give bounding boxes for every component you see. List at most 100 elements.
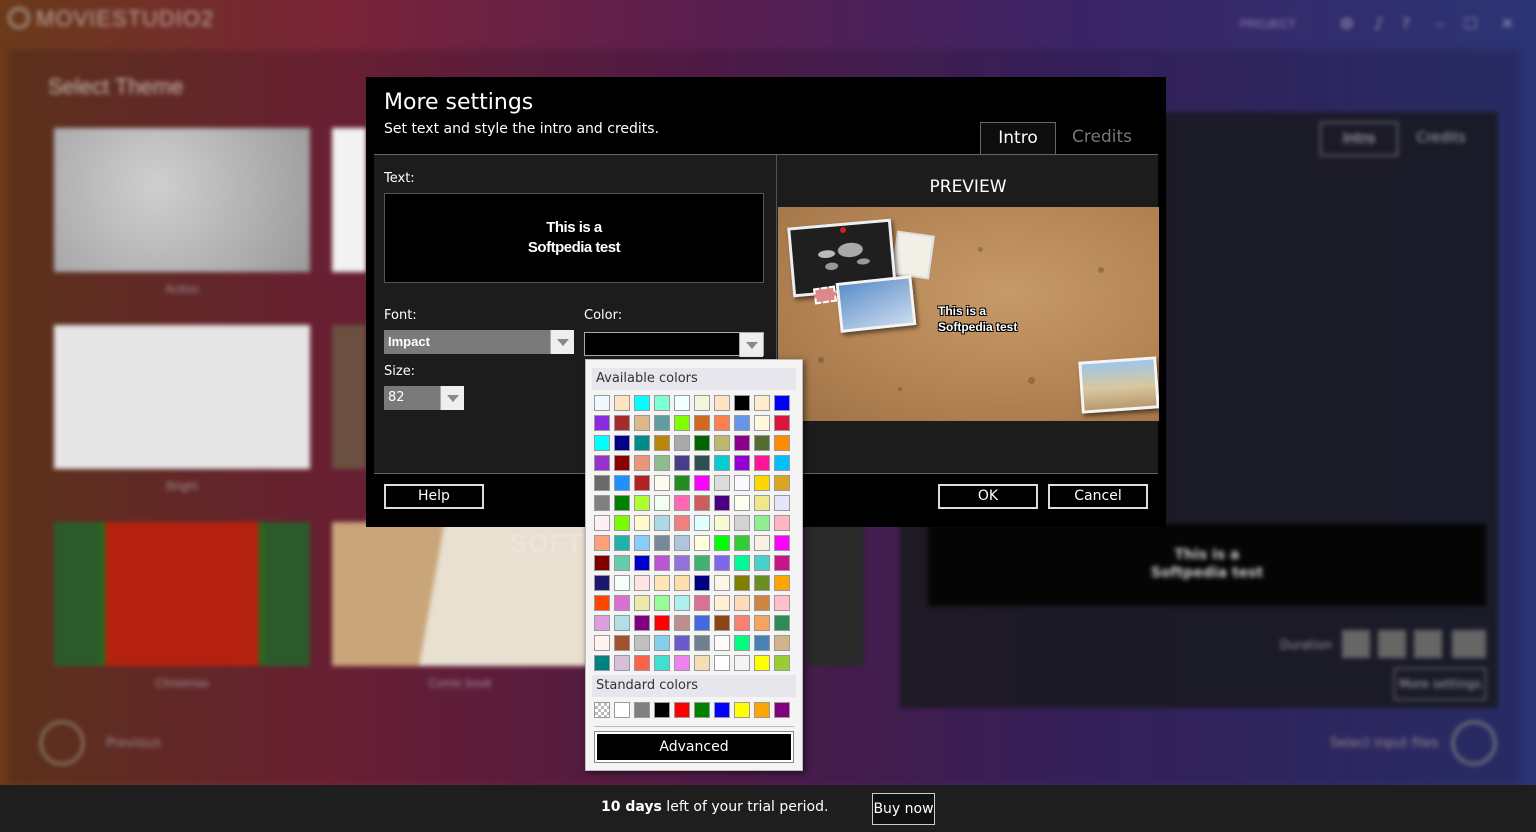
color-swatch[interactable] (774, 395, 790, 411)
help-icon[interactable]: ? (1402, 14, 1411, 33)
color-swatch[interactable] (654, 435, 670, 451)
color-swatch[interactable] (734, 702, 750, 718)
color-swatch[interactable] (674, 595, 690, 611)
color-swatch[interactable] (654, 415, 670, 431)
color-swatch[interactable] (594, 395, 610, 411)
color-swatch[interactable] (594, 615, 610, 631)
color-swatch[interactable] (634, 435, 650, 451)
color-swatch[interactable] (754, 575, 770, 591)
color-swatch[interactable] (614, 435, 630, 451)
select-input-files-label[interactable]: Select input files (1330, 736, 1438, 751)
color-swatch[interactable] (754, 435, 770, 451)
color-swatch[interactable] (654, 615, 670, 631)
color-swatch[interactable] (634, 475, 650, 491)
color-swatch[interactable] (714, 415, 730, 431)
theme-thumb-bright[interactable] (54, 325, 310, 469)
color-swatch[interactable] (594, 475, 610, 491)
color-swatch[interactable] (694, 515, 710, 531)
duration-field[interactable] (1452, 630, 1486, 658)
color-swatch[interactable] (654, 475, 670, 491)
color-swatch[interactable] (594, 555, 610, 571)
color-swatch[interactable] (734, 415, 750, 431)
color-swatch[interactable] (674, 535, 690, 551)
color-swatch[interactable] (634, 655, 650, 671)
color-swatch[interactable] (634, 415, 650, 431)
color-swatch[interactable] (594, 702, 610, 718)
color-swatch[interactable] (594, 415, 610, 431)
color-swatch[interactable] (714, 615, 730, 631)
ok-button[interactable]: OK (938, 484, 1038, 509)
color-swatch[interactable] (774, 435, 790, 451)
bg-tab-intro[interactable]: Intro (1320, 122, 1398, 156)
color-swatch[interactable] (714, 475, 730, 491)
color-swatch[interactable] (634, 455, 650, 471)
color-swatch[interactable] (774, 515, 790, 531)
color-swatch[interactable] (754, 495, 770, 511)
project-menu[interactable]: PROJECT (1240, 17, 1296, 31)
color-swatch[interactable] (614, 615, 630, 631)
color-swatch[interactable] (734, 535, 750, 551)
theme-thumb-partial-1[interactable] (332, 128, 366, 272)
duration-field[interactable] (1342, 630, 1370, 658)
color-swatch[interactable] (734, 595, 750, 611)
color-swatch[interactable] (774, 575, 790, 591)
color-swatch[interactable] (734, 615, 750, 631)
color-swatch[interactable] (774, 655, 790, 671)
color-swatch[interactable] (654, 555, 670, 571)
advanced-button[interactable]: Advanced (594, 731, 794, 763)
color-swatch[interactable] (774, 595, 790, 611)
chevron-down-icon[interactable] (739, 333, 763, 357)
font-dropdown[interactable]: Impact (384, 330, 574, 354)
color-swatch[interactable] (674, 495, 690, 511)
color-swatch[interactable] (614, 595, 630, 611)
previous-label[interactable]: Previous (106, 736, 161, 751)
color-swatch[interactable] (694, 535, 710, 551)
color-swatch[interactable] (734, 455, 750, 471)
color-swatch[interactable] (614, 655, 630, 671)
color-swatch[interactable] (734, 495, 750, 511)
color-swatch[interactable] (594, 495, 610, 511)
color-swatch[interactable] (634, 535, 650, 551)
color-swatch[interactable] (634, 595, 650, 611)
color-swatch[interactable] (674, 655, 690, 671)
buy-now-button[interactable]: Buy now (872, 793, 935, 825)
color-dropdown[interactable] (584, 332, 764, 357)
color-swatch[interactable] (674, 475, 690, 491)
color-swatch[interactable] (694, 475, 710, 491)
color-swatch[interactable] (674, 395, 690, 411)
color-swatch[interactable] (754, 455, 770, 471)
color-swatch[interactable] (754, 635, 770, 651)
color-swatch[interactable] (614, 575, 630, 591)
color-swatch[interactable] (674, 515, 690, 531)
close-icon[interactable]: ✕ (1501, 14, 1514, 33)
color-swatch[interactable] (594, 455, 610, 471)
color-swatch[interactable] (734, 515, 750, 531)
color-swatch[interactable] (674, 615, 690, 631)
color-swatch[interactable] (694, 415, 710, 431)
color-swatch[interactable] (774, 555, 790, 571)
color-swatch[interactable] (734, 655, 750, 671)
color-swatch[interactable] (694, 395, 710, 411)
color-swatch[interactable] (734, 475, 750, 491)
color-swatch[interactable] (694, 595, 710, 611)
color-swatch[interactable] (734, 435, 750, 451)
minimize-icon[interactable]: – (1436, 14, 1444, 33)
next-arrow-icon[interactable] (1452, 721, 1496, 765)
theme-thumb-partial-2[interactable] (332, 325, 366, 469)
color-swatch[interactable] (714, 535, 730, 551)
color-swatch[interactable] (614, 475, 630, 491)
color-swatch[interactable] (654, 395, 670, 411)
color-swatch[interactable] (654, 455, 670, 471)
color-swatch[interactable] (674, 455, 690, 471)
tab-intro[interactable]: Intro (980, 122, 1056, 154)
color-swatch[interactable] (754, 595, 770, 611)
color-swatch[interactable] (634, 635, 650, 651)
color-swatch[interactable] (754, 395, 770, 411)
color-swatch[interactable] (634, 395, 650, 411)
color-swatch[interactable] (614, 395, 630, 411)
color-swatch[interactable] (694, 575, 710, 591)
color-swatch[interactable] (614, 535, 630, 551)
theme-thumb-partial-3[interactable] (806, 522, 864, 666)
color-swatch[interactable] (634, 615, 650, 631)
chevron-down-icon[interactable] (550, 330, 574, 354)
